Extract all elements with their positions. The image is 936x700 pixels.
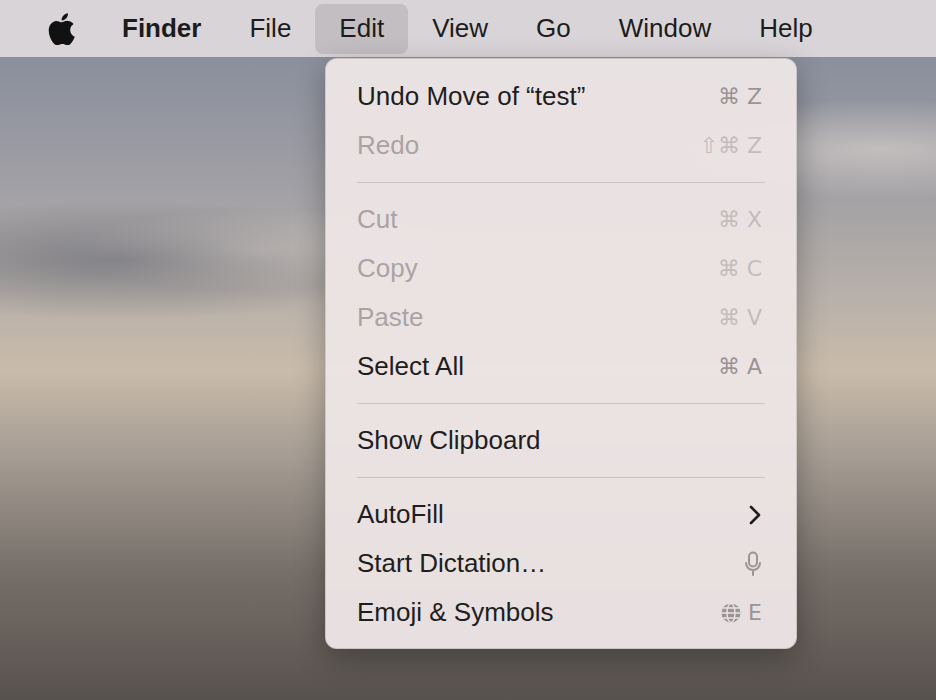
menu-item-label: Undo Move of “test” [357,81,585,112]
chevron-right-icon [748,504,762,526]
menu-bar-item[interactable]: Window [595,4,735,54]
menu-bar-item[interactable]: Finder [98,4,225,54]
menu-bar-item[interactable]: File [225,4,315,54]
menu-bar: FinderFileEditViewGoWindowHelp [0,0,936,57]
menu-item[interactable]: Emoji & Symbols E [326,588,796,637]
menu-item-label: AutoFill [357,499,444,530]
menu-item[interactable]: Start Dictation… [326,539,796,588]
menu-item-label: Select All [357,351,464,382]
menu-bar-item[interactable]: View [408,4,512,54]
menu-item[interactable]: Redo ⇧⌘ Z [326,121,796,170]
menu-item-label: Paste [357,302,424,333]
menu-item-label: Start Dictation… [357,548,546,579]
apple-menu[interactable] [24,13,98,45]
menu-item-label: Copy [357,253,418,284]
menu-item-label: Cut [357,204,397,235]
menu-item[interactable]: Show Clipboard [326,416,796,465]
globe-icon [720,602,742,624]
menu-bar-item[interactable]: Help [735,4,836,54]
keyboard-shortcut: ⌘ Z [718,84,762,109]
keyboard-shortcut: ⌘ X [718,207,762,232]
menu-item[interactable]: Cut ⌘ X [326,195,796,244]
keyboard-shortcut [744,551,762,577]
menu-separator [357,182,765,183]
menu-separator [357,403,765,404]
menu-item[interactable]: Select All ⌘ A [326,342,796,391]
desktop: FinderFileEditViewGoWindowHelp Undo Move … [0,0,936,700]
menu-bar-item[interactable]: Go [512,4,595,54]
keyboard-shortcut: ⌘ A [718,354,762,379]
microphone-icon [744,551,762,577]
keyboard-shortcut: ⇧⌘ Z [700,133,763,158]
menu-item-label: Redo [357,130,419,161]
menu-item-label: Emoji & Symbols [357,597,554,628]
menu-item-label: Show Clipboard [357,425,541,456]
edit-menu: Undo Move of “test” ⌘ Z Redo ⇧⌘ Z Cut ⌘ X Copy… [325,58,797,649]
menu-separator [357,477,765,478]
keyboard-shortcut: ⌘ C [718,256,762,281]
menu-item[interactable]: Undo Move of “test” ⌘ Z [326,72,796,121]
menu-item[interactable]: AutoFill [326,490,796,539]
menu-bar-item[interactable]: Edit [315,4,408,54]
menu-item[interactable]: Paste ⌘ V [326,293,796,342]
menu-item[interactable]: Copy ⌘ C [326,244,796,293]
keyboard-shortcut: ⌘ V [718,305,762,330]
apple-logo-icon[interactable] [47,13,75,45]
keyboard-shortcut: E [720,600,762,625]
